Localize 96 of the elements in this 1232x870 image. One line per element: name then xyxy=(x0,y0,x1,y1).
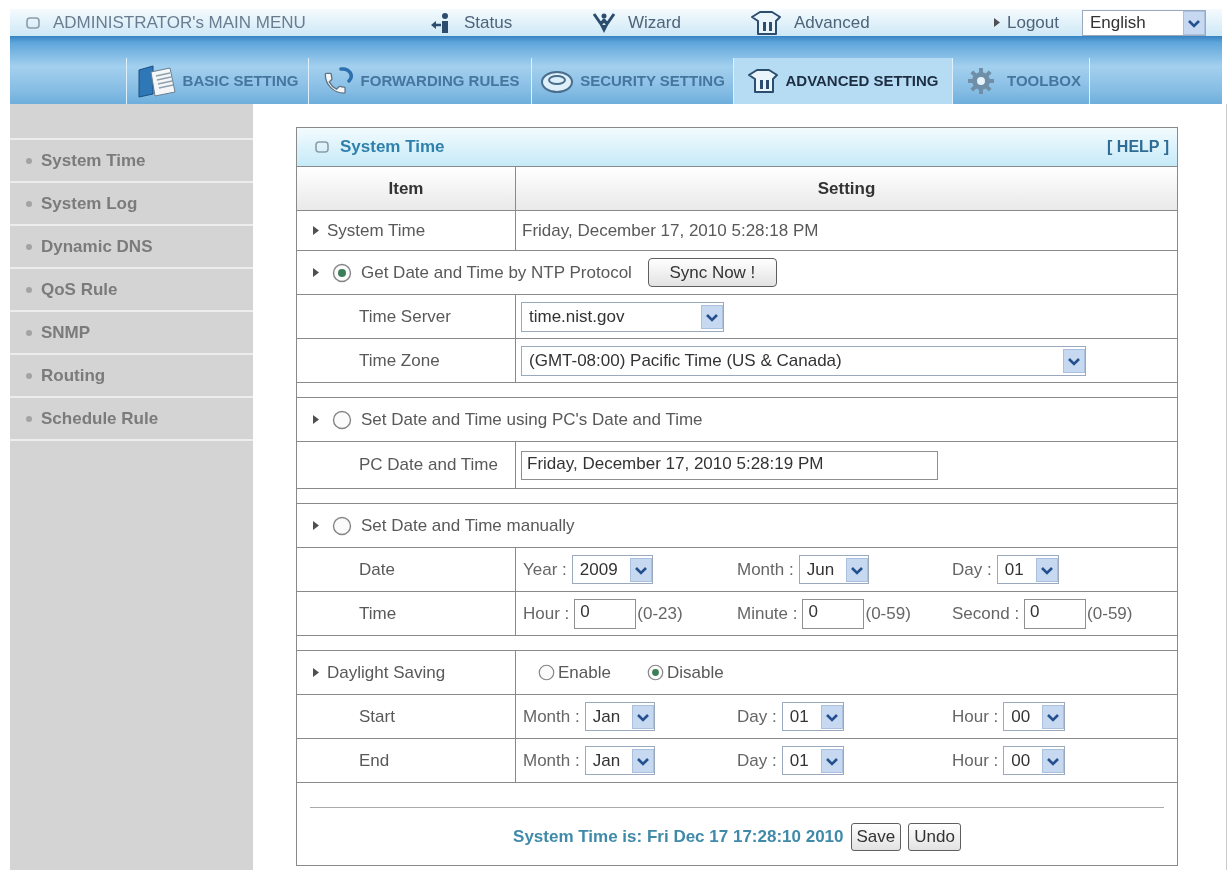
range-hint: (0-59) xyxy=(865,602,911,625)
field-label: Day : xyxy=(737,749,777,772)
chevron-down-icon xyxy=(1063,348,1085,373)
range-hint: (0-59) xyxy=(1087,602,1133,625)
logout-link[interactable]: Logout xyxy=(994,9,1059,36)
chevron-down-icon xyxy=(1042,748,1065,773)
text-field[interactable]: Friday, December 17, 2010 5:28:19 PM xyxy=(521,450,938,480)
dropdown[interactable]: (GMT-08:00) Pacific Time (US & Canada) xyxy=(521,345,1086,376)
field-label: Month : xyxy=(523,705,580,728)
person-arms-raised-icon xyxy=(592,11,616,34)
chevron-down-icon xyxy=(820,748,843,773)
dropdown[interactable]: time.nist.gov xyxy=(521,301,724,332)
row-label: Time Server xyxy=(359,305,451,328)
radio-button[interactable] xyxy=(646,664,664,681)
field-label: Month : xyxy=(523,749,580,772)
field-label: Year : xyxy=(523,558,567,581)
row-label: Daylight Saving xyxy=(327,661,446,684)
field-label: Month : xyxy=(737,558,794,581)
radio-button[interactable] xyxy=(332,409,352,430)
option-label: Set Date and Time using PC's Date and Time xyxy=(361,408,703,431)
row-label: System Time xyxy=(327,219,426,242)
option-label: Get Date and Time by NTP Protocol xyxy=(361,261,632,284)
field-label: Minute : xyxy=(737,602,798,625)
dropdown[interactable]: 01 xyxy=(781,746,844,775)
radio-label: Disable xyxy=(666,661,724,684)
dropdown[interactable]: 01 xyxy=(996,555,1059,584)
menu-title: ADMINISTRATOR's MAIN MENU xyxy=(53,11,306,34)
text-field[interactable]: 0 xyxy=(574,598,637,629)
field-label: Day : xyxy=(952,558,992,581)
action-button[interactable]: Undo xyxy=(908,823,961,851)
dropdown[interactable]: Jan xyxy=(584,702,656,731)
bullet-icon xyxy=(26,157,32,164)
setting-value: Friday, December 17, 2010 5:28:18 PM xyxy=(522,219,819,242)
dropdown[interactable]: 01 xyxy=(781,702,844,731)
nav-link[interactable]: Status xyxy=(430,9,513,36)
system-time-status: System Time is: Fri Dec 17 17:28:10 2010 xyxy=(513,826,844,849)
dropdown[interactable]: Jun xyxy=(798,555,870,584)
bullet-icon xyxy=(26,200,32,207)
chevron-down-icon xyxy=(1183,10,1205,35)
help-link[interactable]: [ HELP ] xyxy=(1107,135,1169,159)
dropdown[interactable]: 00 xyxy=(1003,746,1066,775)
dropdown[interactable]: 00 xyxy=(1003,702,1066,731)
dropdown[interactable]: 2009 xyxy=(571,555,653,584)
chevron-down-icon xyxy=(846,557,869,582)
radio-button[interactable] xyxy=(332,515,352,536)
sync-now-button[interactable]: Sync Now ! xyxy=(647,258,777,287)
column-header: Item xyxy=(297,167,516,210)
bullet-icon xyxy=(26,329,32,336)
caret-right-icon xyxy=(313,668,319,677)
box-icon xyxy=(747,69,780,93)
bullet-icon xyxy=(26,415,32,422)
field-label: Day : xyxy=(737,705,777,728)
dropdown[interactable]: English xyxy=(1082,9,1206,36)
nav-tab[interactable]: ADVANCED SETTING xyxy=(734,58,953,104)
caret-right-icon xyxy=(994,18,1000,27)
column-header: Setting xyxy=(816,177,877,200)
radio-button[interactable] xyxy=(538,664,555,681)
chevron-down-icon xyxy=(701,304,723,329)
radio-label: Enable xyxy=(558,661,611,684)
chevron-down-icon xyxy=(1042,704,1065,729)
row-label: End xyxy=(359,749,390,772)
field-label: Hour : xyxy=(952,749,999,772)
radio-button[interactable] xyxy=(332,262,352,283)
square-icon xyxy=(26,16,40,29)
field-label: Hour : xyxy=(523,602,570,625)
option-label: Set Date and Time manually xyxy=(361,514,575,537)
field-label: Hour : xyxy=(952,705,999,728)
nav-link[interactable]: Wizard xyxy=(592,9,681,36)
caret-right-icon xyxy=(313,268,319,277)
chevron-down-icon xyxy=(820,704,843,729)
row-label: Date xyxy=(359,558,395,581)
chevron-down-icon xyxy=(629,557,652,582)
row-label: PC Date and Time xyxy=(359,454,498,477)
caret-right-icon xyxy=(313,226,319,235)
chevron-down-icon xyxy=(632,704,655,729)
row-label: Time xyxy=(359,602,397,625)
bullet-icon xyxy=(26,243,32,250)
row-label: Time Zone xyxy=(359,349,440,372)
caret-right-icon xyxy=(313,415,319,424)
action-button[interactable]: Save xyxy=(850,823,902,851)
caret-right-icon xyxy=(313,521,319,530)
bullet-icon xyxy=(26,372,32,379)
text-field[interactable]: 0 xyxy=(1024,598,1087,629)
panel-title: System Time xyxy=(340,136,445,159)
square-icon xyxy=(315,141,329,153)
nav-link[interactable]: Advanced xyxy=(750,9,870,36)
text-field[interactable]: 0 xyxy=(802,598,865,629)
bullet-icon xyxy=(26,286,32,293)
field-label: Second : xyxy=(952,602,1020,625)
chevron-down-icon xyxy=(1035,557,1058,582)
range-hint: (0-23) xyxy=(637,602,683,625)
book-icon xyxy=(136,64,177,98)
dropdown[interactable]: Jan xyxy=(584,746,656,775)
chevron-down-icon xyxy=(632,748,655,773)
box-icon xyxy=(750,10,782,35)
row-label: Start xyxy=(359,705,395,728)
